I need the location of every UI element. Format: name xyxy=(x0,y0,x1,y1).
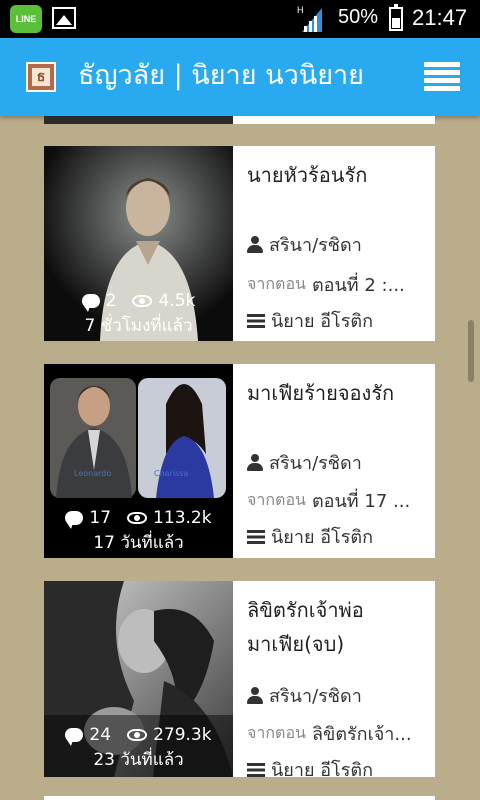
eye-icon xyxy=(127,512,148,524)
story-cover: 2 4.5k 7 ชั่วโมงที่แล้ว xyxy=(44,146,233,341)
story-category[interactable]: นิยาย อีโรติก xyxy=(271,522,373,551)
story-info: มาเฟียร้ายจองรัก สรินา/รชิดา จากตอน ตอนท… xyxy=(233,364,435,558)
story-title[interactable]: มาเฟียร้ายจองรัก xyxy=(247,376,429,410)
story-title[interactable]: นายหัวร้อนรัก xyxy=(247,158,429,192)
comment-icon xyxy=(65,511,84,529)
category-list-icon xyxy=(247,762,265,777)
scrollbar[interactable] xyxy=(468,320,474,382)
story-stats: 17 113.2k 17 วันที่แล้ว xyxy=(44,507,233,554)
updated-time: 17 วันที่แล้ว xyxy=(93,533,184,553)
category-list-icon xyxy=(247,529,265,544)
comment-count: 24 xyxy=(89,725,112,745)
story-title[interactable]: ลิขิตรักเจ้าพ่อมาเฟีย(จบ) xyxy=(247,593,397,661)
svg-text:Charissa: Charissa xyxy=(154,469,188,478)
story-cover: Leonardo Charissa 17 113.2k 17 วันที่แล้… xyxy=(44,364,233,558)
category-list-icon xyxy=(247,313,265,328)
gallery-icon xyxy=(52,7,76,29)
story-category[interactable]: นิยาย อีโรติก xyxy=(271,306,373,335)
story-chapter[interactable]: ตอนที่ 2 :... xyxy=(312,270,405,299)
story-chapter[interactable]: ลิขิตรักเจ้า... xyxy=(312,719,412,748)
clock: 21:47 xyxy=(412,5,468,30)
view-count: 4.5k xyxy=(158,291,196,311)
story-chapter[interactable]: ตอนที่ 17 ... xyxy=(312,486,410,515)
story-card[interactable]: 24 279.3k 23 วันที่แล้ว ลิขิตรักเจ้าพ่อม… xyxy=(44,581,435,781)
status-bar: LINE H 50% 21:47 xyxy=(0,0,480,38)
from-chapter-label: จากตอน xyxy=(247,274,306,293)
story-card-partial[interactable] xyxy=(44,796,435,800)
story-stats: 24 279.3k 23 วันที่แล้ว xyxy=(44,724,233,771)
comment-icon xyxy=(81,294,100,312)
story-author-row: สรินา/รชิดา xyxy=(247,448,431,477)
story-author-row: สรินา/รชิดา xyxy=(247,230,431,259)
app-logo-icon[interactable]: ธ xyxy=(26,62,56,92)
story-chapter-row: จากตอน ลิขิตรักเจ้า... xyxy=(247,719,431,748)
view-count: 113.2k xyxy=(153,508,212,528)
story-category-row: นิยาย อีโรติก xyxy=(247,755,431,784)
story-author[interactable]: สรินา/รชิดา xyxy=(269,230,362,259)
comment-count: 17 xyxy=(89,508,112,528)
comment-count: 2 xyxy=(105,291,117,311)
user-icon xyxy=(247,453,263,472)
story-info: ลิขิตรักเจ้าพ่อมาเฟีย(จบ) สรินา/รชิดา จา… xyxy=(233,581,435,781)
story-author[interactable]: สรินา/รชิดา xyxy=(269,448,362,477)
battery-percent: 50% xyxy=(338,6,379,28)
view-count: 279.3k xyxy=(153,725,212,745)
svg-text:Leonardo: Leonardo xyxy=(74,469,111,478)
eye-icon xyxy=(127,729,148,741)
eye-icon xyxy=(132,295,153,307)
from-chapter-label: จากตอน xyxy=(247,723,306,742)
signal-icon: H xyxy=(297,5,322,32)
story-author-row: สรินา/รชิดา xyxy=(247,681,431,710)
story-category[interactable]: นิยาย อีโรติก xyxy=(271,755,373,784)
story-chapter-row: จากตอน ตอนที่ 17 ... xyxy=(247,486,431,515)
comment-icon xyxy=(65,728,84,746)
story-category-row: นิยาย อีโรติก xyxy=(247,306,431,335)
story-card[interactable]: Leonardo Charissa 17 113.2k 17 วันที่แล้… xyxy=(44,364,435,558)
updated-time: 23 วันที่แล้ว xyxy=(93,750,184,770)
from-chapter-label: จากตอน xyxy=(247,490,306,509)
story-category-row: นิยาย อีโรติก xyxy=(247,522,431,551)
menu-icon[interactable] xyxy=(424,62,460,92)
story-author[interactable]: สรินา/รชิดา xyxy=(269,681,362,710)
story-card-partial[interactable] xyxy=(44,116,435,124)
story-list[interactable]: 2 4.5k 7 ชั่วโมงที่แล้ว นายหัวร้อนรัก สร… xyxy=(0,116,480,800)
svg-text:H: H xyxy=(297,5,304,15)
app-bar: ธ ธัญวลัย | นิยาย นวนิยาย xyxy=(0,38,480,116)
story-stats: 2 4.5k 7 ชั่วโมงที่แล้ว xyxy=(44,290,233,337)
story-card[interactable]: 2 4.5k 7 ชั่วโมงที่แล้ว นายหัวร้อนรัก สร… xyxy=(44,146,435,341)
updated-time: 7 ชั่วโมงที่แล้ว xyxy=(84,316,193,336)
story-cover xyxy=(44,116,233,124)
user-icon xyxy=(247,235,263,254)
user-icon xyxy=(247,686,263,705)
battery-icon xyxy=(389,4,403,31)
story-info: นายหัวร้อนรัก สรินา/รชิดา จากตอน ตอนที่ … xyxy=(233,146,435,341)
story-cover: 24 279.3k 23 วันที่แล้ว xyxy=(44,581,233,777)
story-chapter-row: จากตอน ตอนที่ 2 :... xyxy=(247,270,431,299)
app-title: ธัญวลัย | นิยาย นวนิยาย xyxy=(78,60,364,91)
line-app-icon: LINE xyxy=(10,5,42,33)
